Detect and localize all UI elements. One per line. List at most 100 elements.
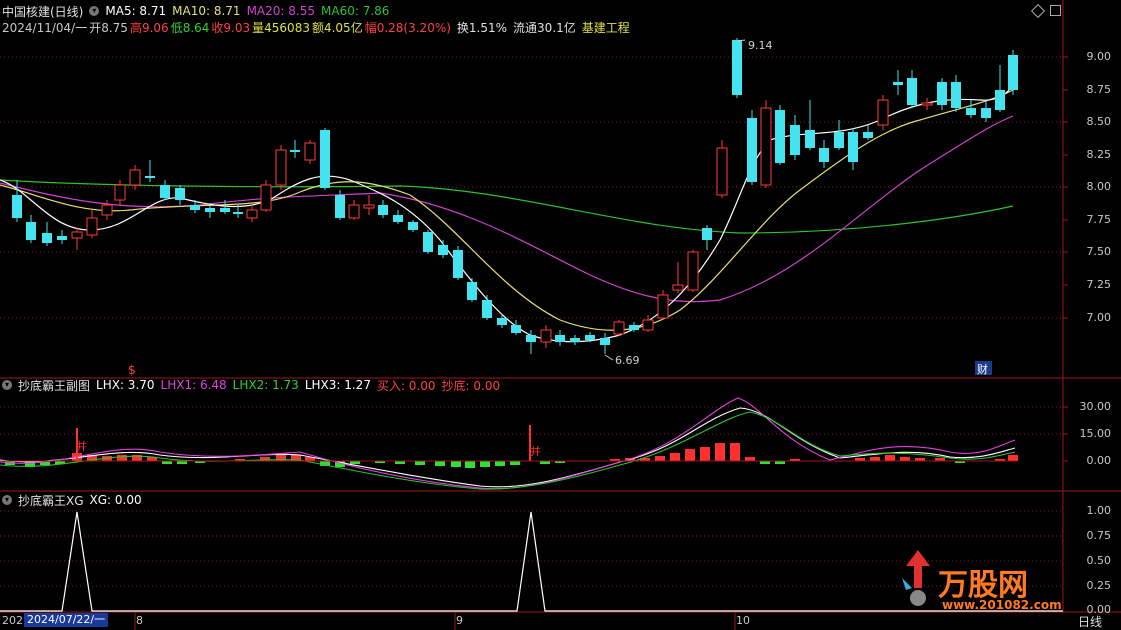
candle-body — [540, 329, 552, 343]
dropdown-icon[interactable]: ▾ — [2, 495, 12, 505]
axis-tick: 0.00 — [1086, 454, 1112, 467]
axis-tick: 7.50 — [1086, 245, 1112, 258]
low-marker: 6.69 — [615, 354, 640, 367]
histogram-bar — [435, 461, 445, 466]
indicator2-title[interactable]: 抄底霸王XG — [18, 492, 84, 509]
histogram-bar — [495, 461, 505, 466]
buy-label: 买入: 0.00 — [376, 378, 436, 393]
axis-tick: 7.75 — [1086, 213, 1112, 226]
histogram-bar — [510, 461, 520, 465]
candle-body — [145, 176, 155, 178]
axis-tick: 0.50 — [1086, 554, 1112, 567]
candle-body — [585, 335, 595, 340]
candle-body — [497, 318, 507, 325]
candle-body — [363, 204, 375, 209]
histogram-bar — [900, 457, 910, 461]
candle-body — [320, 130, 330, 188]
candle-body — [220, 208, 230, 212]
candle-body — [482, 300, 492, 318]
axis-tick: 30.00 — [1079, 400, 1112, 413]
month-label: 9 — [456, 614, 463, 627]
candle-body — [687, 251, 699, 291]
xg-label: XG: 0.00 — [89, 493, 142, 507]
histogram-bar — [885, 455, 895, 461]
year-label: 202 — [2, 614, 23, 627]
dropdown-icon[interactable]: ▾ — [2, 380, 12, 390]
candle-body — [657, 294, 669, 319]
brand-logo-icon — [900, 548, 936, 608]
indicator1-header: ▾ 抄底霸王副图 LHX: 3.70 LHX1: 6.48 LHX2: 1.73… — [2, 377, 506, 393]
histogram-bar — [730, 443, 740, 461]
ma10-line — [0, 89, 1014, 331]
candle-body — [423, 232, 433, 252]
candle-body — [805, 130, 815, 148]
candle-body — [304, 142, 316, 161]
candle-body — [863, 132, 873, 138]
candle-body — [12, 195, 22, 218]
candle-body — [790, 125, 800, 155]
candle-body — [1008, 55, 1018, 90]
axis-tick: 9.00 — [1086, 50, 1112, 63]
histogram-bar — [670, 453, 680, 461]
candle-body — [555, 335, 565, 342]
candle-body — [393, 215, 403, 222]
histogram-bar — [117, 455, 127, 461]
axis-tick: 8.25 — [1086, 148, 1112, 161]
histogram-bar — [870, 457, 880, 461]
axis-tick: 15.00 — [1079, 427, 1112, 440]
candle-body — [26, 222, 36, 240]
candle-body — [86, 217, 98, 236]
candle-body — [819, 148, 829, 162]
indicator1-title[interactable]: 抄底霸王副图 — [18, 377, 90, 394]
candle-body — [951, 82, 961, 108]
candle-body — [160, 185, 170, 198]
candle-body — [672, 284, 684, 291]
candle-body — [716, 147, 728, 196]
bing-marker-2: 并 — [530, 444, 541, 458]
axis-tick: 7.25 — [1086, 278, 1112, 291]
lhx-label: LHX: 3.70 — [96, 378, 155, 392]
histogram-bar — [1008, 455, 1018, 461]
cai-marker[interactable]: 财 — [977, 362, 988, 376]
candle-body — [775, 110, 785, 163]
candle-body — [760, 107, 772, 186]
candle-body — [129, 169, 141, 186]
histogram-bar — [480, 461, 490, 467]
candle-body — [834, 132, 844, 148]
histogram-bar — [465, 461, 475, 468]
histogram-bar — [655, 456, 665, 461]
candle-body — [921, 102, 933, 106]
candle-body — [246, 209, 258, 219]
candle-body — [378, 205, 388, 215]
candle-body — [966, 108, 976, 115]
candle-body — [233, 212, 243, 214]
candle-body — [747, 118, 757, 182]
candle-body — [642, 319, 654, 331]
candle-body — [893, 82, 903, 85]
axis-tick: 7.00 — [1086, 311, 1112, 324]
candle-body — [629, 325, 639, 330]
period-button[interactable]: 日线 — [1078, 613, 1102, 630]
candle-body — [290, 150, 300, 152]
axis-tick: 8.00 — [1086, 180, 1112, 193]
lhx2-label: LHX2: 1.73 — [232, 378, 299, 392]
candle-body — [570, 338, 580, 342]
candle-body — [101, 204, 113, 216]
date-cursor-box: 2024/07/22/一 — [24, 613, 109, 627]
month-label: 10 — [736, 614, 750, 627]
candle-body — [205, 208, 215, 212]
candle-body — [995, 90, 1005, 110]
candle-body — [981, 108, 991, 118]
ma20-line — [0, 115, 1014, 303]
chaodi-label: 抄底: 0.00 — [441, 378, 501, 393]
lhx3-label: LHX3: 1.27 — [304, 378, 371, 392]
candle-body — [702, 228, 712, 240]
candle-body — [907, 78, 917, 105]
candle-body — [526, 335, 536, 342]
candle-body — [511, 325, 521, 333]
candle-body — [438, 245, 448, 255]
axis-tick: 0.75 — [1086, 529, 1112, 542]
histogram-bar — [685, 449, 695, 461]
candle-body — [190, 205, 200, 210]
candle-body — [848, 132, 858, 162]
